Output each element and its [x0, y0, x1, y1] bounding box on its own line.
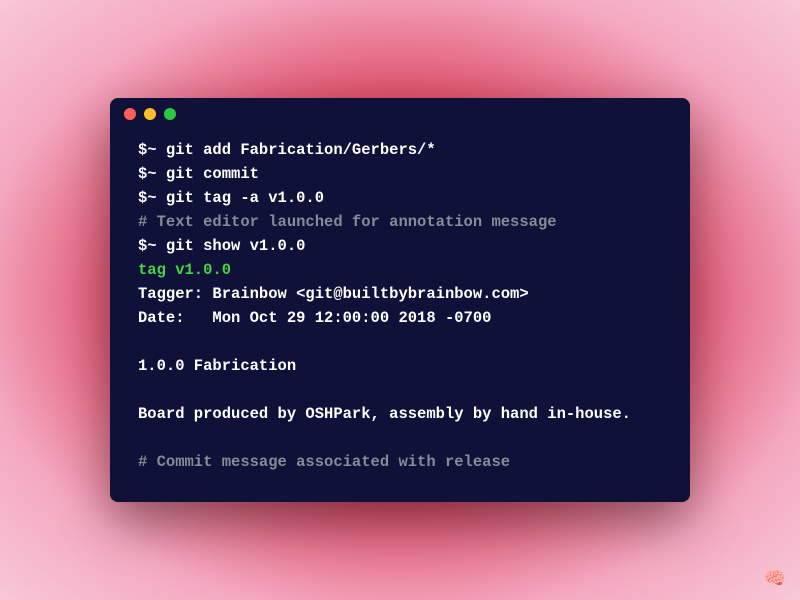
close-icon[interactable] [124, 108, 136, 120]
blank-line [138, 330, 662, 354]
terminal-line: Tagger: Brainbow <git@builtbybrainbow.co… [138, 282, 662, 306]
terminal-comment: # Commit message associated with release [138, 450, 662, 474]
blank-line [138, 426, 662, 450]
terminal-line: 1.0.0 Fabrication [138, 354, 662, 378]
terminal-tag-line: tag v1.0.0 [138, 258, 662, 282]
terminal-window: $~ git add Fabrication/Gerbers/* $~ git … [110, 98, 690, 502]
maximize-icon[interactable] [164, 108, 176, 120]
terminal-line: $~ git tag -a v1.0.0 [138, 186, 662, 210]
terminal-line: $~ git commit [138, 162, 662, 186]
titlebar [110, 98, 690, 130]
terminal-line: Board produced by OSHPark, assembly by h… [138, 402, 662, 426]
terminal-body: $~ git add Fabrication/Gerbers/* $~ git … [110, 130, 690, 502]
terminal-line: Date: Mon Oct 29 12:00:00 2018 -0700 [138, 306, 662, 330]
brain-icon: 🧠 [764, 568, 786, 590]
terminal-line: $~ git show v1.0.0 [138, 234, 662, 258]
blank-line [138, 378, 662, 402]
terminal-comment: # Text editor launched for annotation me… [138, 210, 662, 234]
minimize-icon[interactable] [144, 108, 156, 120]
terminal-line: $~ git add Fabrication/Gerbers/* [138, 138, 662, 162]
